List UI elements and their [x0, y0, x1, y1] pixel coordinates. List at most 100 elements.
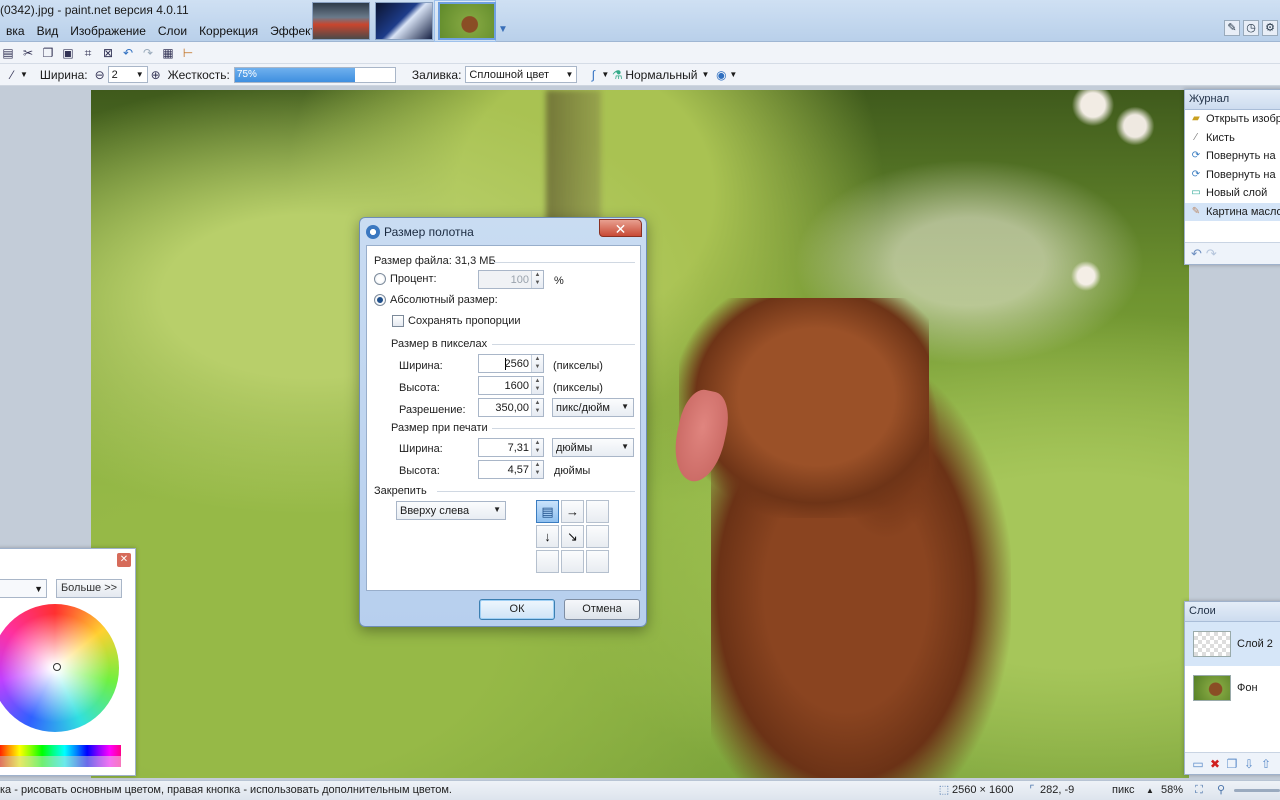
- paste-icon[interactable]: ▣: [60, 45, 76, 61]
- absolute-size-label: Абсолютный размер:: [390, 294, 498, 306]
- history-item[interactable]: ▭ Новый слой: [1185, 184, 1280, 203]
- anchor-bottom-right[interactable]: [586, 550, 609, 573]
- zoom-out-icon[interactable]: ⚲: [1214, 783, 1228, 797]
- duplicate-layer-icon[interactable]: ❐: [1225, 757, 1239, 771]
- cancel-button[interactable]: Отмена: [564, 599, 640, 620]
- copy-icon[interactable]: ❐: [40, 45, 56, 61]
- selection-mode-icon[interactable]: ◉: [713, 67, 729, 83]
- unit-text[interactable]: пикс: [1112, 784, 1135, 796]
- zoom-text[interactable]: 58%: [1161, 784, 1183, 796]
- resolution-unit-select[interactable]: пикс/дюйм ▼: [552, 398, 634, 417]
- menu-item-layers[interactable]: Слои: [152, 22, 193, 42]
- ruler-icon[interactable]: ⊢: [180, 45, 196, 61]
- decrease-width-icon[interactable]: ⊖: [92, 67, 108, 83]
- merge-layer-icon[interactable]: ⇩: [1242, 757, 1256, 771]
- unit-dropdown-icon[interactable]: ▲: [1146, 786, 1154, 795]
- spinner-arrows-icon[interactable]: ▲ ▼: [531, 439, 543, 456]
- percent-input[interactable]: 100 ▲ ▼: [478, 270, 544, 289]
- dialog-body: Размер файла: 31,3 МБ Процент: 100 ▲ ▼ % …: [366, 245, 641, 591]
- print-size-heading: Размер при печати: [391, 422, 488, 434]
- anchor-top-center[interactable]: →: [561, 500, 584, 523]
- close-icon[interactable]: ✕: [117, 553, 131, 567]
- cut-icon[interactable]: ✂: [20, 45, 36, 61]
- history-redo-icon[interactable]: ↷: [1206, 246, 1217, 262]
- menu-item-image[interactable]: Изображение: [64, 22, 152, 42]
- status-bar: ка - рисовать основным цветом, правая кн…: [0, 780, 1280, 800]
- pixel-width-input[interactable]: 2560 ▲ ▼: [478, 354, 544, 373]
- history-item[interactable]: ▰ Открыть изобр: [1185, 110, 1280, 129]
- anchor-middle-right[interactable]: [586, 525, 609, 548]
- history-undo-icon[interactable]: ↶: [1191, 246, 1202, 262]
- print-width-label: Ширина:: [399, 443, 443, 455]
- delete-layer-icon[interactable]: ✖: [1208, 757, 1222, 771]
- menu-item-view[interactable]: Вид: [31, 22, 65, 42]
- layer-name: Фон: [1237, 682, 1258, 694]
- tools-icon[interactable]: ✎: [1224, 20, 1240, 36]
- brush-tool-icon[interactable]: ⁄: [4, 67, 20, 83]
- print-icon[interactable]: ▤: [0, 45, 16, 61]
- crop-icon[interactable]: ⌗: [80, 45, 96, 61]
- blend-mode-value[interactable]: Нормальный: [625, 68, 697, 82]
- increase-width-icon[interactable]: ⊕: [148, 67, 164, 83]
- anchor-top-right[interactable]: [586, 500, 609, 523]
- add-layer-icon[interactable]: ▭: [1191, 757, 1205, 771]
- antialiasing-icon[interactable]: ∫: [585, 67, 601, 83]
- move-layer-up-icon[interactable]: ⇧: [1259, 757, 1273, 771]
- fill-mode-select[interactable]: Сплошной цвет ▼: [465, 66, 578, 83]
- print-height-input[interactable]: 4,57 ▲ ▼: [478, 460, 544, 479]
- history-item[interactable]: ⟳ Повернуть на: [1185, 166, 1280, 185]
- anchor-center[interactable]: ↘: [561, 525, 584, 548]
- resolution-input[interactable]: 350,00 ▲ ▼: [478, 398, 544, 417]
- history-item-label: Кисть: [1206, 131, 1235, 144]
- menu-item-adjustments[interactable]: Коррекция: [193, 22, 264, 42]
- thumbnail-dropdown-icon[interactable]: ▼: [498, 24, 508, 35]
- spinner-arrows-icon[interactable]: ▲ ▼: [531, 377, 543, 394]
- color-palette-secondary[interactable]: [0, 756, 121, 767]
- undo-icon[interactable]: ↶: [120, 45, 136, 61]
- thumbnail-image-2[interactable]: [375, 2, 433, 40]
- brush-width-input[interactable]: 2 ▼: [107, 66, 148, 83]
- antialiasing-dropdown-icon[interactable]: ▼: [601, 70, 609, 79]
- layer-row[interactable]: Слой 2: [1185, 622, 1280, 666]
- print-unit-select[interactable]: дюймы ▼: [552, 438, 634, 457]
- anchor-bottom-left[interactable]: [536, 550, 559, 573]
- pixel-height-input[interactable]: 1600 ▲ ▼: [478, 376, 544, 395]
- history-item[interactable]: ⟳ Повернуть на: [1185, 147, 1280, 166]
- spinner-arrows-icon[interactable]: ▲ ▼: [531, 271, 543, 288]
- more-colors-button[interactable]: Больше >>: [56, 579, 122, 598]
- selection-mode-dropdown-icon[interactable]: ▼: [729, 70, 737, 79]
- dialog-close-button[interactable]: ✕: [599, 219, 642, 237]
- spinner-arrows-icon[interactable]: ▲ ▼: [531, 355, 543, 372]
- thumbnail-image-3[interactable]: [438, 2, 496, 40]
- print-width-input[interactable]: 7,31 ▲ ▼: [478, 438, 544, 457]
- anchor-top-left[interactable]: ▤: [536, 500, 559, 523]
- hardness-slider[interactable]: 75%: [233, 66, 396, 83]
- ok-button[interactable]: ОК: [479, 599, 555, 620]
- image-size-icon: ⬚: [938, 784, 950, 796]
- spinner-arrows-icon[interactable]: ▲ ▼: [531, 399, 543, 416]
- percent-radio[interactable]: [374, 273, 386, 285]
- thumbnail-image-1[interactable]: [312, 2, 370, 40]
- layer-row[interactable]: Фон: [1185, 666, 1280, 710]
- deselect-icon[interactable]: ⊠: [100, 45, 116, 61]
- spinner-arrows-icon[interactable]: ▲ ▼: [531, 461, 543, 478]
- menu-item-edit[interactable]: вка: [0, 22, 31, 42]
- redo-icon[interactable]: ↷: [140, 45, 156, 61]
- settings-icon[interactable]: ⚙: [1262, 20, 1278, 36]
- anchor-select[interactable]: Вверху слева ▼: [396, 501, 506, 520]
- anchor-bottom-center[interactable]: [561, 550, 584, 573]
- grid-icon[interactable]: ▦: [160, 45, 176, 61]
- zoom-slider[interactable]: [1234, 789, 1280, 792]
- history-toggle-icon[interactable]: ◷: [1243, 20, 1259, 36]
- color-wheel-cursor[interactable]: [53, 663, 61, 671]
- history-item[interactable]: ⁄ Кисть: [1185, 129, 1280, 148]
- anchor-middle-left[interactable]: ↓: [536, 525, 559, 548]
- zoom-fit-icon[interactable]: ⛶: [1192, 783, 1206, 797]
- tool-dropdown-icon[interactable]: ▼: [20, 70, 28, 79]
- history-item-selected[interactable]: ✎ Картина масло: [1185, 202, 1280, 221]
- color-select-dropdown[interactable]: ▼: [0, 579, 47, 598]
- chevron-down-icon: ▼: [34, 583, 43, 594]
- blend-mode-dropdown-icon[interactable]: ▼: [702, 70, 710, 79]
- absolute-size-radio[interactable]: [374, 294, 386, 306]
- keep-ratio-checkbox[interactable]: [392, 315, 404, 327]
